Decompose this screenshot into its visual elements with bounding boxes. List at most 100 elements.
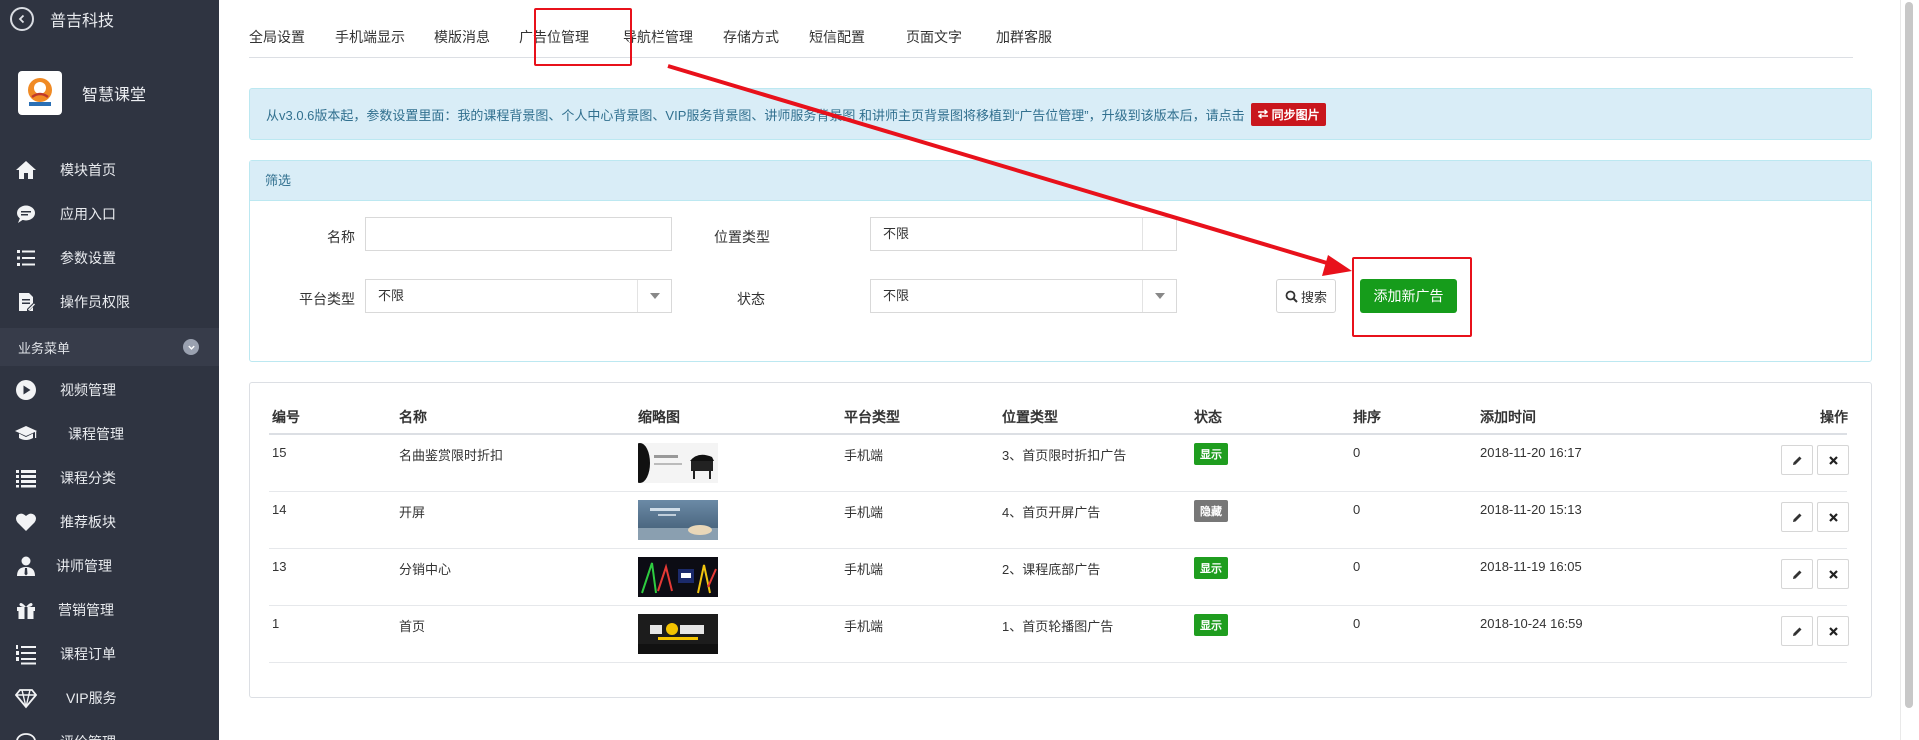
tab-mobile-display[interactable]: 手机端显示	[335, 15, 405, 58]
cell-sort: 0	[1353, 502, 1361, 517]
home-icon	[14, 159, 38, 181]
graduation-cap-icon	[14, 423, 38, 445]
cell-added-time: 2018-11-20 16:17	[1480, 445, 1582, 460]
sidebar-item-label: VIP服务	[66, 690, 117, 706]
sidebar-item-label: 推荐板块	[60, 514, 116, 530]
search-button[interactable]: 搜索	[1276, 279, 1336, 313]
sidebar-section-business[interactable]: 业务菜单	[0, 328, 219, 366]
col-header-actions: 操作	[1820, 409, 1848, 425]
edit-button[interactable]	[1781, 559, 1813, 589]
pencil-icon	[1792, 570, 1801, 579]
col-header-platform: 平台类型	[844, 409, 900, 425]
edit-button[interactable]	[1781, 616, 1813, 646]
tab-storage[interactable]: 存储方式	[723, 15, 779, 58]
edit-button[interactable]	[1781, 445, 1813, 475]
sidebar-item-marketing[interactable]: 营销管理	[0, 588, 219, 632]
sidebar-item-video[interactable]: 视频管理	[0, 368, 219, 412]
tab-highlight-box	[534, 8, 632, 66]
delete-button[interactable]	[1817, 616, 1849, 646]
position-type-select[interactable]: 不限	[870, 217, 1177, 251]
tab-template-message[interactable]: 模版消息	[434, 15, 490, 58]
scrollbar-thumb[interactable]	[1905, 2, 1913, 708]
tab-sms[interactable]: 短信配置	[809, 15, 865, 58]
sidebar-item-course-category[interactable]: 课程分类	[0, 456, 219, 500]
status-select[interactable]: 不限	[870, 279, 1177, 313]
sidebar-item-lecturer[interactable]: 讲师管理	[0, 544, 219, 588]
platform-type-dropdown[interactable]	[637, 280, 671, 312]
add-button-highlight-box	[1352, 257, 1472, 337]
sidebar-item-label: 课程订单	[60, 646, 116, 662]
delete-button[interactable]	[1817, 559, 1849, 589]
sidebar-item-module-home[interactable]: 模块首页	[0, 148, 219, 192]
status-dropdown[interactable]	[1142, 280, 1176, 312]
status-badge: 显示	[1194, 614, 1228, 636]
status-badge: 隐藏	[1194, 500, 1228, 522]
tab-page-text[interactable]: 页面文字	[906, 15, 962, 58]
sidebar-item-label: 营销管理	[58, 602, 114, 618]
table-row: 13 分销中心 手机端 2、课程底部广告 显示 0 2018-11-19 16:…	[269, 549, 1849, 606]
ad-table: 编号 名称 缩略图 平台类型 位置类型 状态 排序 添加时间 操作 15 名曲鉴…	[249, 382, 1872, 698]
col-header-position: 位置类型	[1002, 409, 1058, 425]
search-icon	[1285, 290, 1298, 303]
sidebar-header: 普吉科技	[0, 0, 219, 38]
pencil-icon	[1792, 513, 1801, 522]
cell-id: 14	[272, 502, 287, 517]
close-icon	[1828, 455, 1838, 465]
sidebar-item-label: 评价管理	[60, 732, 116, 740]
cell-name: 开屏	[399, 505, 426, 520]
cell-platform: 手机端	[844, 562, 884, 577]
sidebar-item-course[interactable]: 课程管理	[0, 412, 219, 456]
position-type-value: 不限	[883, 226, 910, 241]
chevron-down-icon[interactable]	[183, 339, 199, 355]
sidebar-item-label: 模块首页	[60, 162, 116, 178]
sidebar-item-label: 参数设置	[60, 250, 116, 266]
filter-panel: 筛选 名称 位置类型 不限 平台类型 不限 状态 不限 搜索 添加新广告	[249, 160, 1872, 362]
cell-sort: 0	[1353, 559, 1361, 574]
name-input[interactable]	[365, 217, 672, 251]
user-tie-icon	[14, 555, 38, 577]
thumbnail-banner-image	[638, 614, 718, 654]
sync-images-button[interactable]: 同步图片	[1250, 102, 1326, 126]
comment-icon	[14, 731, 38, 740]
cell-platform: 手机端	[844, 448, 884, 463]
list-settings-icon	[14, 247, 38, 269]
sidebar-item-parameter-settings[interactable]: 参数设置	[0, 236, 219, 280]
play-circle-icon	[14, 379, 38, 401]
platform-type-value: 不限	[378, 288, 405, 303]
chevron-down-icon	[649, 293, 660, 299]
search-label: 搜索	[1300, 289, 1327, 305]
position-type-label: 位置类型	[714, 229, 770, 245]
list-icon	[14, 467, 38, 489]
status-value: 不限	[883, 288, 910, 303]
cell-position: 3、首页限时折扣广告	[1002, 448, 1127, 463]
col-header-thumbnail: 缩略图	[638, 409, 680, 425]
thumbnail-piano-image	[638, 443, 718, 483]
sidebar-item-review[interactable]: 评价管理	[0, 720, 219, 740]
cell-platform: 手机端	[844, 505, 884, 520]
tab-group-service[interactable]: 加群客服	[996, 15, 1052, 58]
sidebar-item-operator-permissions[interactable]: 操作员权限	[0, 280, 219, 324]
sidebar-item-course-order[interactable]: 课程订单	[0, 632, 219, 676]
settings-tabs: 全局设置 手机端显示 模版消息 广告位管理 导航栏管理 存储方式 短信配置 页面…	[249, 15, 1853, 58]
tab-navbar[interactable]: 导航栏管理	[623, 15, 693, 58]
chevron-down-icon	[1154, 293, 1165, 299]
heart-icon	[14, 511, 38, 533]
cell-added-time: 2018-11-19 16:05	[1480, 559, 1582, 574]
back-arrow-icon[interactable]	[10, 7, 34, 31]
close-icon	[1828, 569, 1838, 579]
sidebar: 普吉科技 智慧课堂 模块首页 应用入口 参数设置 操作员权限 业务菜单 视频管理…	[0, 0, 219, 740]
edit-button[interactable]	[1781, 502, 1813, 532]
sidebar-item-recommend[interactable]: 推荐板块	[0, 500, 219, 544]
delete-button[interactable]	[1817, 502, 1849, 532]
cell-added-time: 2018-11-20 15:13	[1480, 502, 1582, 517]
sidebar-item-vip[interactable]: VIP服务	[0, 676, 219, 720]
filter-title: 筛选	[250, 161, 1871, 201]
close-icon	[1828, 626, 1838, 636]
position-type-dropdown[interactable]	[1142, 218, 1176, 250]
sidebar-item-app-entry[interactable]: 应用入口	[0, 192, 219, 236]
chat-bubble-icon	[14, 203, 38, 225]
delete-button[interactable]	[1817, 445, 1849, 475]
tab-global-settings[interactable]: 全局设置	[249, 15, 305, 58]
platform-type-select[interactable]: 不限	[365, 279, 672, 313]
sync-images-label: 同步图片	[1271, 107, 1320, 122]
